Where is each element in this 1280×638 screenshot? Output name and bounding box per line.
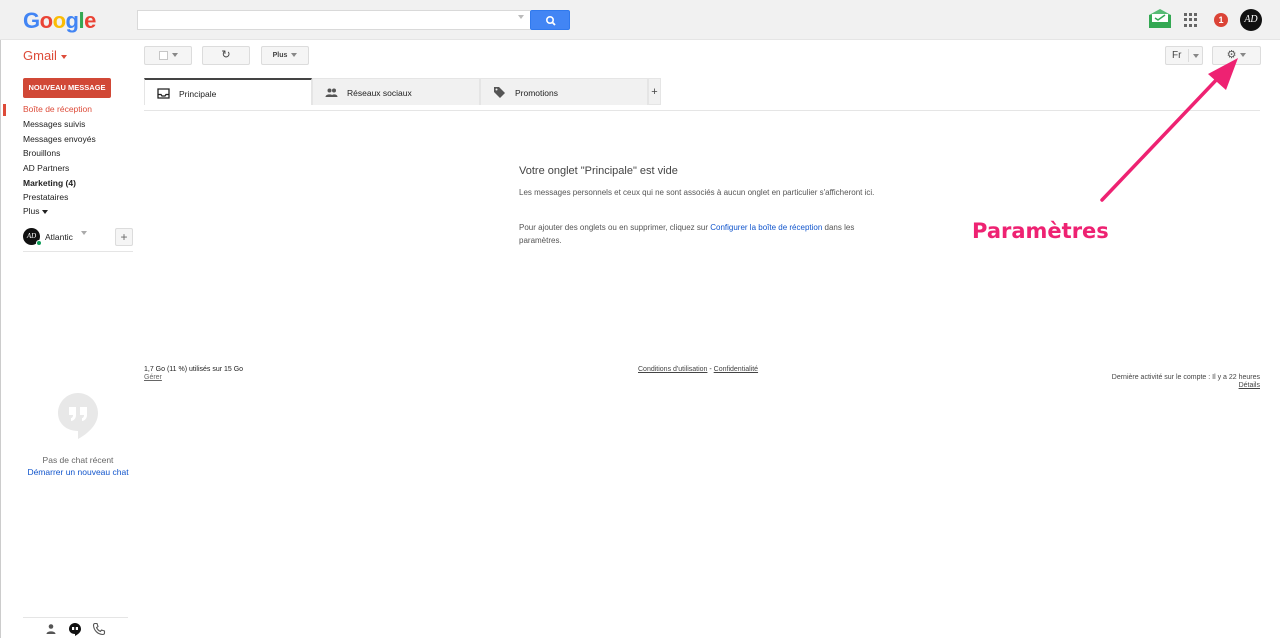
sidebar-item-label: Boîte de réception — [23, 104, 92, 114]
more-actions-button[interactable]: Plus — [261, 46, 309, 65]
sidebar-item-label: Messages suivis — [23, 119, 86, 129]
add-tab-button[interactable]: + — [648, 78, 661, 105]
annotation-arrow — [1100, 58, 1238, 202]
active-indicator — [3, 104, 6, 116]
logo-letter: G — [23, 8, 40, 33]
footer-links: Conditions d'utilisation - Confidentiali… — [638, 366, 758, 373]
divider — [1188, 49, 1189, 62]
inbox-tabs: Principale Réseaux sociaux Promotions — [144, 78, 661, 105]
hangouts-chat-icon[interactable] — [68, 622, 82, 636]
chevron-down-icon — [291, 53, 298, 58]
refresh-icon: ↻ — [221, 49, 231, 61]
language-label: Fr — [1172, 50, 1182, 61]
gmail-menu[interactable]: Gmail — [23, 48, 67, 63]
notifications-badge[interactable]: 1 — [1214, 13, 1228, 27]
tab-label: Réseaux sociaux — [347, 88, 412, 98]
chevron-down-icon — [41, 209, 48, 214]
sidebar-item-label: Prestataires — [23, 192, 69, 202]
checkbox-icon — [158, 50, 168, 60]
empty-state-description: Les messages personnels et ceux qui ne s… — [519, 188, 875, 197]
privacy-link[interactable]: Confidentialité — [714, 366, 758, 373]
chevron-down-icon — [171, 53, 178, 58]
sidebar-item-label: AD Partners — [23, 163, 70, 173]
divider — [23, 251, 133, 252]
search-options-caret[interactable] — [518, 15, 524, 19]
refresh-button[interactable]: ↻ — [202, 46, 250, 65]
settings-button[interactable]: ⚙ — [1212, 46, 1261, 65]
account-avatar[interactable]: AD — [1240, 9, 1262, 31]
start-chat-link[interactable]: Démarrer un nouveau chat — [0, 467, 156, 477]
sidebar-item[interactable]: Marketing (4) — [23, 178, 76, 188]
empty-state-title: Votre onglet "Principale" est vide — [519, 165, 678, 177]
language-button[interactable]: Fr — [1165, 46, 1203, 65]
chevron-down-icon — [1193, 54, 1199, 58]
window-edge — [0, 40, 1, 638]
sidebar-item[interactable]: AD Partners — [23, 163, 69, 173]
last-activity-text: Dernière activité sur le compte : Il y a… — [1111, 374, 1260, 381]
annotation-label: Paramètres — [972, 219, 1109, 243]
inbox-app-icon[interactable] — [1148, 9, 1172, 29]
tab[interactable]: Promotions — [480, 78, 648, 105]
gmail-label: Gmail — [23, 48, 57, 63]
chevron-down-icon — [60, 54, 67, 59]
account-name: Atlantic — [45, 232, 73, 242]
manage-storage-link[interactable]: Gérer — [144, 374, 162, 381]
tab-label: Principale — [179, 89, 217, 99]
tab-label: Promotions — [515, 88, 558, 98]
more-actions-label: Plus — [272, 52, 288, 59]
search-icon — [546, 16, 556, 26]
sidebar-item[interactable]: Boîte de réception — [23, 104, 92, 114]
compose-button[interactable]: NOUVEAU MESSAGE — [23, 78, 111, 98]
contacts-icon[interactable] — [44, 622, 58, 636]
sidebar-item-label: Brouillons — [23, 148, 61, 158]
sidebar-item[interactable]: Messages suivis — [23, 119, 85, 129]
sidebar-item-label: Plus — [23, 206, 40, 216]
tab[interactable]: Principale — [144, 78, 312, 105]
logo-letter: o — [52, 8, 66, 33]
google-logo[interactable]: Google — [23, 8, 96, 34]
logo-letter: g — [65, 8, 79, 33]
chevron-down-icon[interactable] — [81, 231, 87, 235]
hangouts-icon — [58, 393, 98, 439]
divider — [144, 110, 1260, 111]
sidebar-item[interactable]: Messages envoyés — [23, 134, 96, 144]
empty-state-hint: Pour ajouter des onglets ou en supprimer… — [519, 221, 889, 247]
inbox-icon — [157, 87, 170, 100]
sidebar-item-label: Marketing (4) — [23, 178, 76, 188]
top-bar: Google 1 AD — [0, 0, 1280, 40]
sidebar-item[interactable]: Brouillons — [23, 148, 60, 158]
divider — [23, 617, 128, 618]
tab[interactable]: Réseaux sociaux — [312, 78, 480, 105]
search-button[interactable] — [530, 10, 570, 30]
phone-icon[interactable] — [92, 622, 106, 636]
no-chat-text: Pas de chat récent — [42, 455, 114, 465]
gmail-window: Google 1 AD Gmail ↻ Plus Fr ⚙ NOUVEAU ME… — [0, 0, 1280, 638]
chevron-down-icon — [1240, 53, 1247, 58]
terms-link[interactable]: Conditions d'utilisation — [638, 366, 707, 373]
sidebar-item-label: Messages envoyés — [23, 134, 96, 144]
add-contact-button[interactable]: + — [115, 228, 133, 246]
hint-text: Pour ajouter des onglets ou en supprimer… — [519, 223, 711, 232]
people-icon — [325, 86, 338, 99]
tag-icon — [493, 86, 506, 99]
search-input[interactable] — [137, 10, 530, 30]
logo-letter: o — [39, 8, 53, 33]
gear-icon: ⚙ — [1226, 49, 1237, 61]
configure-inbox-link[interactable]: Configurer la boîte de réception — [710, 223, 822, 232]
activity-details-link[interactable]: Détails — [1239, 382, 1260, 389]
storage-usage: 1,7 Go (11 %) utilisés sur 15 Go — [144, 366, 244, 373]
logo-letter: e — [84, 8, 96, 33]
sidebar-item[interactable]: Prestataires — [23, 192, 68, 202]
select-all-button[interactable] — [144, 46, 192, 65]
apps-grid-icon[interactable] — [1184, 13, 1198, 27]
sidebar-item[interactable]: Plus — [23, 206, 48, 216]
online-status-icon — [36, 240, 42, 246]
